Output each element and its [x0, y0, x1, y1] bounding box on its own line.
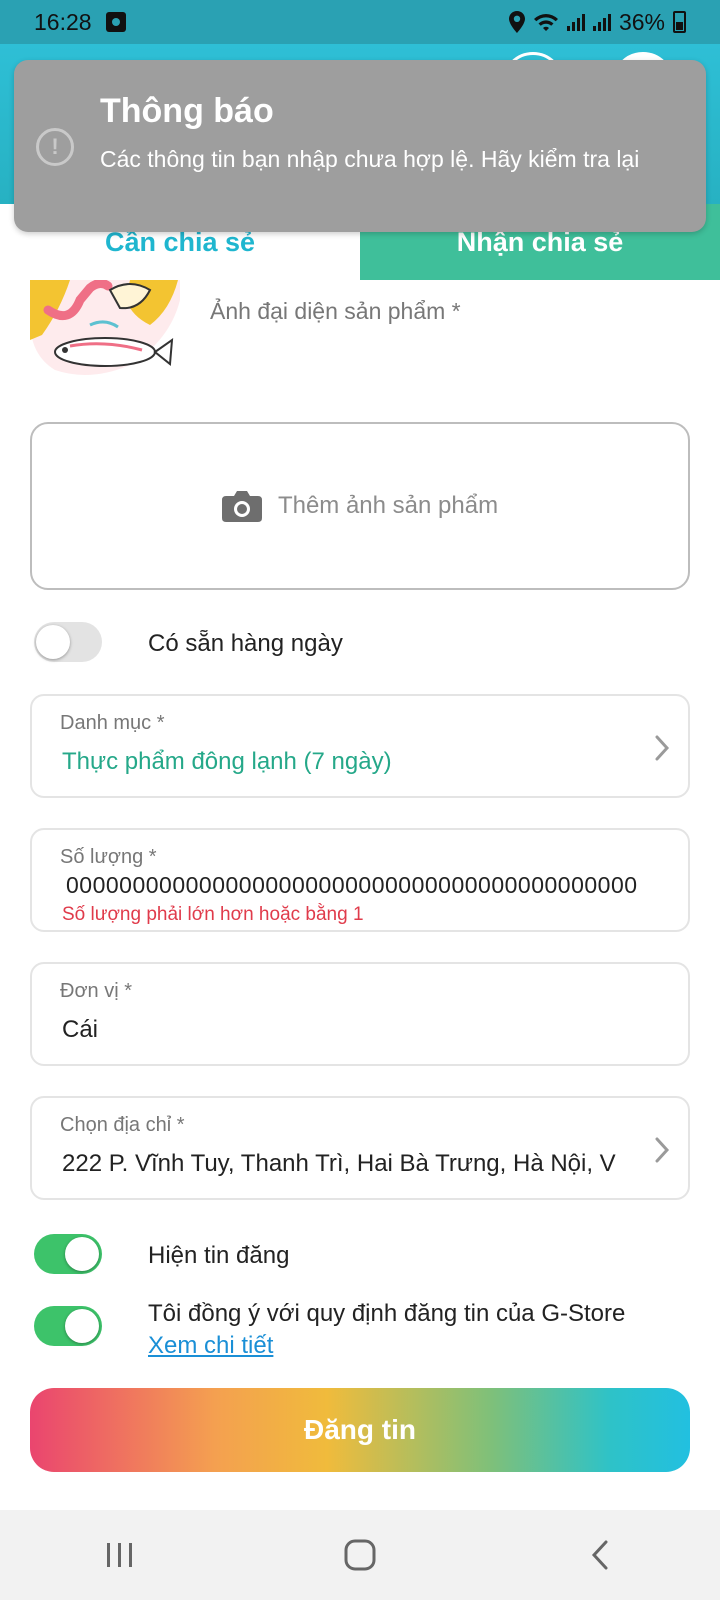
- battery-percent: 36%: [618, 8, 665, 35]
- available-daily-row: [34, 622, 102, 662]
- category-value: Thực phẩm đông lạnh (7 ngày): [62, 748, 392, 775]
- available-daily-switch[interactable]: [34, 622, 102, 662]
- status-time: 16:28: [34, 8, 92, 35]
- back-icon: [591, 1540, 608, 1570]
- unit-field[interactable]: Đơn vị * Cái: [30, 962, 690, 1066]
- recent-apps-button[interactable]: [90, 1530, 150, 1580]
- signal-icon: [566, 13, 585, 31]
- chevron-right-icon: [655, 735, 670, 761]
- agree-switch[interactable]: [34, 1306, 102, 1346]
- address-field[interactable]: Chọn địa chỉ * 222 P. Vĩnh Tuy, Thanh Tr…: [30, 1096, 690, 1200]
- notification-icon: [105, 12, 126, 32]
- available-daily-label: Có sẵn hàng ngày: [148, 630, 343, 657]
- show-post-row: [34, 1234, 102, 1274]
- toast-title: Thông báo: [100, 92, 274, 130]
- status-bar: 16:28 36%: [0, 0, 720, 44]
- unit-input[interactable]: Cái: [62, 1016, 98, 1044]
- quantity-input[interactable]: 0000000000000000000000000000000000000000…: [66, 872, 686, 899]
- show-post-label: Hiện tin đăng: [148, 1242, 290, 1269]
- view-details-link[interactable]: Xem chi tiết: [148, 1332, 273, 1360]
- alert-circle-icon: !: [36, 128, 74, 166]
- system-nav-bar: [0, 1510, 720, 1600]
- recent-apps-icon: [107, 1543, 132, 1567]
- quantity-label: Số lượng *: [60, 846, 157, 868]
- show-post-switch[interactable]: [34, 1234, 102, 1274]
- product-image-label: Ảnh đại diện sản phẩm *: [210, 298, 461, 324]
- category-label: Danh mục *: [60, 712, 165, 734]
- address-label: Chọn địa chỉ *: [60, 1114, 185, 1136]
- category-field[interactable]: Danh mục * Thực phẩm đông lạnh (7 ngày): [30, 694, 690, 798]
- notification-toast: ! Thông báo Các thông tin bạn nhập chưa …: [14, 60, 706, 232]
- quantity-error: Số lượng phải lớn hơn hoặc bằng 1: [62, 904, 364, 925]
- chevron-right-icon: [655, 1137, 670, 1163]
- unit-label: Đơn vị *: [60, 980, 133, 1002]
- toast-message: Các thông tin bạn nhập chưa hợp lệ. Hãy …: [100, 146, 640, 172]
- add-photo-button[interactable]: Thêm ảnh sản phẩm: [30, 422, 690, 590]
- battery-icon: [673, 11, 686, 33]
- signal-icon-2: [592, 13, 611, 31]
- agree-label: Tôi đồng ý với quy định đăng tin của G-S…: [148, 1300, 626, 1327]
- post-button[interactable]: Đăng tin: [30, 1388, 690, 1472]
- agree-row: [34, 1306, 102, 1346]
- camera-icon: [221, 491, 262, 522]
- product-placeholder-image[interactable]: [30, 280, 180, 382]
- quantity-field[interactable]: Số lượng * 00000000000000000000000000000…: [30, 828, 690, 932]
- home-icon: [344, 1539, 376, 1571]
- back-button[interactable]: [570, 1530, 630, 1580]
- home-button[interactable]: [330, 1530, 390, 1580]
- location-icon: [508, 11, 525, 33]
- add-photo-label: Thêm ảnh sản phẩm: [277, 492, 499, 519]
- address-value: 222 P. Vĩnh Tuy, Thanh Trì, Hai Bà Trưng…: [62, 1150, 616, 1177]
- wifi-icon: [533, 14, 558, 31]
